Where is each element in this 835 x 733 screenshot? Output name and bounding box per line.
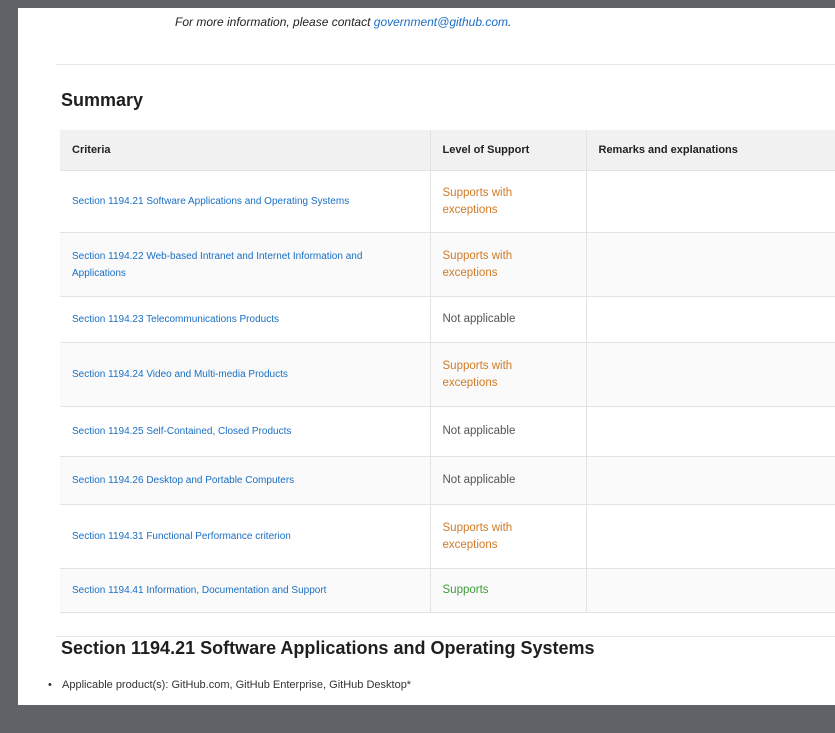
level-of-support-cell: Supports with exceptions bbox=[430, 504, 587, 569]
section-heading: Section 1194.21 Software Applications an… bbox=[61, 638, 595, 658]
remarks-cell bbox=[586, 504, 835, 569]
level-of-support-cell: Supports bbox=[430, 568, 587, 613]
level-of-support-cell: Not applicable bbox=[430, 456, 587, 505]
table-row: Section 1194.24 Video and Multi-media Pr… bbox=[60, 342, 835, 407]
header-remarks: Remarks and explanations bbox=[586, 130, 835, 171]
table-row: Section 1194.31 Functional Performance c… bbox=[60, 504, 835, 569]
level-of-support-value: Supports with exceptions bbox=[442, 359, 513, 389]
table-header-row: Criteria Level of Support Remarks and ex… bbox=[60, 130, 835, 171]
criteria-link[interactable]: Section 1194.41 Information, Documentati… bbox=[72, 585, 326, 596]
criteria-link[interactable]: Section 1194.24 Video and Multi-media Pr… bbox=[72, 369, 288, 380]
level-of-support-cell: Supports with exceptions bbox=[430, 232, 587, 297]
header-level-of-support: Level of Support bbox=[430, 130, 587, 171]
summary-heading: Summary bbox=[61, 90, 144, 110]
criteria-cell: Section 1194.21 Software Applications an… bbox=[60, 170, 431, 233]
summary-table: Criteria Level of Support Remarks and ex… bbox=[60, 130, 835, 613]
table-row: Section 1194.21 Software Applications an… bbox=[60, 170, 835, 233]
level-of-support-value: Supports with exceptions bbox=[442, 249, 513, 279]
level-of-support-cell: Supports with exceptions bbox=[430, 342, 587, 407]
contact-email-link[interactable]: government@github.com bbox=[374, 15, 508, 29]
viewer-background bbox=[0, 705, 835, 733]
criteria-cell: Section 1194.31 Functional Performance c… bbox=[60, 504, 431, 569]
remarks-cell bbox=[586, 456, 835, 505]
criteria-cell: Section 1194.23 Telecommunications Produ… bbox=[60, 296, 431, 343]
applicable-products-text: Applicable product(s): GitHub.com, GitHu… bbox=[62, 679, 412, 691]
level-of-support-cell: Not applicable bbox=[430, 406, 587, 457]
remarks-cell bbox=[586, 170, 835, 233]
level-of-support-value: Supports bbox=[442, 584, 489, 596]
criteria-cell: Section 1194.41 Information, Documentati… bbox=[60, 568, 431, 613]
criteria-cell: Section 1194.22 Web-based Intranet and I… bbox=[60, 232, 431, 297]
level-of-support-value: Not applicable bbox=[442, 313, 516, 325]
remarks-cell bbox=[586, 342, 835, 407]
table-row: Section 1194.23 Telecommunications Produ… bbox=[60, 296, 835, 343]
table-row: Section 1194.22 Web-based Intranet and I… bbox=[60, 232, 835, 297]
criteria-cell: Section 1194.25 Self-Contained, Closed P… bbox=[60, 406, 431, 457]
table-row: Section 1194.25 Self-Contained, Closed P… bbox=[60, 406, 835, 457]
criteria-link[interactable]: Section 1194.25 Self-Contained, Closed P… bbox=[72, 426, 291, 437]
document-page: For more information, please contact gov… bbox=[18, 8, 835, 705]
criteria-link[interactable]: Section 1194.23 Telecommunications Produ… bbox=[72, 314, 279, 325]
criteria-link[interactable]: Section 1194.21 Software Applications an… bbox=[72, 196, 349, 207]
criteria-link[interactable]: Section 1194.31 Functional Performance c… bbox=[72, 531, 291, 542]
table-row: Section 1194.26 Desktop and Portable Com… bbox=[60, 456, 835, 505]
contact-line: For more information, please contact gov… bbox=[175, 15, 511, 29]
criteria-link[interactable]: Section 1194.22 Web-based Intranet and I… bbox=[72, 251, 362, 279]
criteria-cell: Section 1194.24 Video and Multi-media Pr… bbox=[60, 342, 431, 407]
level-of-support-cell: Not applicable bbox=[430, 296, 587, 343]
level-of-support-value: Not applicable bbox=[442, 474, 516, 486]
header-criteria: Criteria bbox=[60, 130, 431, 171]
divider bbox=[56, 636, 835, 637]
bullet-marker: • bbox=[48, 679, 52, 691]
remarks-cell bbox=[586, 232, 835, 297]
level-of-support-value: Supports with exceptions bbox=[442, 186, 513, 216]
contact-text: For more information, please contact bbox=[175, 15, 374, 29]
level-of-support-cell: Supports with exceptions bbox=[430, 170, 587, 233]
table-row: Section 1194.41 Information, Documentati… bbox=[60, 568, 835, 613]
criteria-link[interactable]: Section 1194.26 Desktop and Portable Com… bbox=[72, 475, 294, 486]
remarks-cell bbox=[586, 568, 835, 613]
level-of-support-value: Not applicable bbox=[442, 425, 516, 437]
criteria-cell: Section 1194.26 Desktop and Portable Com… bbox=[60, 456, 431, 505]
remarks-cell bbox=[586, 296, 835, 343]
remarks-cell bbox=[586, 406, 835, 457]
divider bbox=[56, 64, 835, 65]
list-item: • Applicable product(s): GitHub.com, GitH… bbox=[48, 679, 411, 691]
level-of-support-value: Supports with exceptions bbox=[442, 521, 513, 551]
contact-suffix: . bbox=[508, 15, 512, 29]
